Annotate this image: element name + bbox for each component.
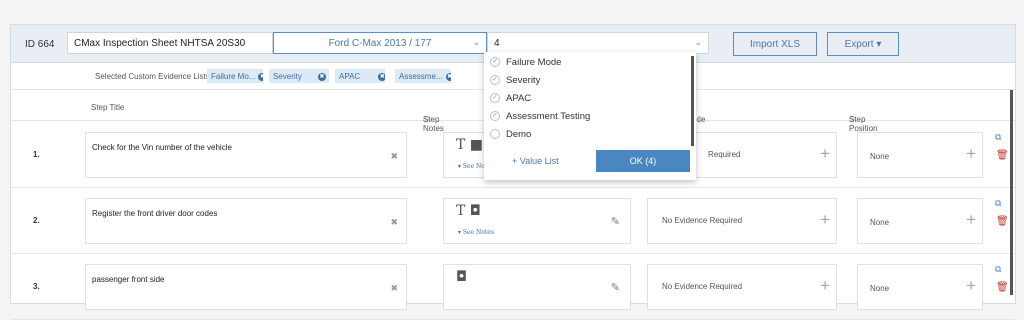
step-number: 2. [33, 216, 40, 225]
option-label: APAC [506, 93, 532, 104]
evidence-text: No Evidence Required [662, 216, 743, 225]
step-position-field[interactable]: None + [857, 198, 983, 244]
import-xls-button[interactable]: Import XLS [733, 32, 817, 56]
step-position-field[interactable]: None + [857, 132, 983, 178]
evidence-chip-severity[interactable]: Severity ✖ [269, 69, 329, 83]
step-position-text: None [870, 152, 890, 161]
step-number: 3. [33, 282, 40, 291]
evidence-text: No Evidence Required [662, 282, 743, 291]
option-label: Assessment Testing [506, 111, 591, 122]
chevron-down-icon: ⌄ [472, 37, 480, 47]
remove-chip-icon[interactable]: ✖ [445, 72, 451, 81]
step-title-field[interactable]: passenger front side ✖ [85, 264, 407, 310]
table-row: 2. Register the front driver door codes … [11, 188, 1015, 254]
chevron-down-icon: ⌄ [694, 37, 702, 47]
copy-icon[interactable]: ⧉ [995, 264, 1001, 275]
check-icon: ✓ [490, 93, 500, 104]
add-evidence-icon[interactable]: + [820, 211, 830, 228]
step-title-field[interactable]: Check for the Vin number of the vehicle … [85, 132, 407, 178]
pencil-icon[interactable]: ✎ [611, 215, 620, 228]
page-scrollbar[interactable] [1010, 90, 1013, 295]
ok-button[interactable]: OK (4) [596, 150, 690, 172]
check-icon: ✓ [490, 111, 500, 122]
note-type-icons: ◘ [456, 269, 468, 285]
step-title-header: Step Title [91, 103, 125, 112]
step-number: 1. [33, 150, 40, 159]
step-notes-field[interactable]: T ◘ ▾ See Notes ✎ [443, 198, 631, 244]
dropdown-option-failure-mode[interactable]: ✓ Failure Mode [490, 57, 561, 68]
export-button[interactable]: Export ▾ [827, 32, 899, 56]
evidence-field[interactable]: No Evidence Required + [647, 198, 837, 244]
chip-label: APAC [339, 72, 361, 81]
add-value-list-button[interactable]: + Value List [512, 156, 559, 166]
sheet-title-input[interactable]: CMax Inspection Sheet NHTSA 20S30 [67, 32, 273, 54]
vehicle-select-value: Ford C-Max 2013 / 177 [328, 38, 432, 49]
step-title-text: Register the front driver door codes [92, 209, 218, 218]
step-title-text: passenger front side [92, 275, 165, 284]
check-icon: ✓ [490, 57, 500, 68]
step-title-text: Check for the Vin number of the vehicle [92, 143, 232, 152]
dropdown-option-demo[interactable]: Demo [490, 129, 531, 140]
close-icon[interactable]: ✖ [390, 283, 398, 294]
trash-icon[interactable]: 🗑 [996, 282, 1009, 293]
evidence-list-select[interactable]: 4 ⌄ [487, 32, 709, 54]
sheet-id-label: ID 664 [25, 39, 55, 50]
trash-icon[interactable]: 🗑 [996, 150, 1009, 161]
copy-icon[interactable]: ⧉ [995, 198, 1001, 209]
add-evidence-icon[interactable]: + [820, 277, 830, 294]
evidence-text: Required [708, 150, 741, 159]
evidence-list-select-value: 4 [494, 38, 500, 49]
close-icon[interactable]: ✖ [390, 217, 398, 228]
step-position-text: None [870, 284, 890, 293]
step-title-field[interactable]: Register the front driver door codes ✖ [85, 198, 407, 244]
evidence-list-dropdown: ✓ Failure Mode ✓ Severity ✓ APAC ✓ Assessmen… [484, 52, 696, 180]
copy-icon[interactable]: ⧉ [995, 132, 1001, 143]
add-position-icon[interactable]: + [966, 211, 976, 228]
option-label: Demo [506, 129, 532, 140]
note-type-icons: T ◘ [456, 203, 481, 219]
dropdown-option-apac[interactable]: ✓ APAC [490, 93, 531, 104]
step-notes-field[interactable]: ◘ ✎ [443, 264, 631, 310]
step-position-text: None [870, 218, 890, 227]
evidence-field[interactable]: No Evidence Required + [647, 264, 837, 310]
dropdown-scrollbar[interactable] [691, 56, 694, 146]
see-notes-link[interactable]: ▾ See Notes [458, 229, 494, 236]
chip-label: Severity [273, 72, 302, 81]
chip-label: Failure Mo... [211, 72, 256, 81]
remove-chip-icon[interactable]: ✖ [378, 72, 385, 81]
pencil-icon[interactable]: ✎ [611, 281, 620, 294]
evidence-chip-failure-mode[interactable]: Failure Mo... ✖ [207, 69, 263, 83]
option-label: Severity [506, 75, 541, 86]
trash-icon[interactable]: 🗑 [996, 216, 1009, 227]
evidence-chip-apac[interactable]: APAC ✖ [335, 69, 385, 83]
evidence-chip-assessment[interactable]: Assessme... ✖ [395, 69, 451, 83]
table-row: 3. passenger front side ✖ ◘ ✎ No Evidenc… [11, 254, 1015, 320]
add-position-icon[interactable]: + [966, 277, 976, 294]
dropdown-option-severity[interactable]: ✓ Severity [490, 75, 540, 86]
dropdown-option-assessment-testing[interactable]: ✓ Assessment Testing [490, 111, 590, 122]
check-icon: ✓ [490, 75, 500, 86]
selected-evidence-label: Selected Custom Evidence Lists: [95, 72, 212, 81]
option-label: Failure Mode [506, 57, 562, 68]
add-position-icon[interactable]: + [966, 145, 976, 162]
unchecked-circle-icon [490, 129, 500, 140]
add-evidence-icon[interactable]: + [820, 145, 830, 162]
chip-label: Assessme... [399, 72, 443, 81]
remove-chip-icon[interactable]: ✖ [317, 72, 326, 81]
step-position-field[interactable]: None + [857, 264, 983, 310]
vehicle-select[interactable]: Ford C-Max 2013 / 177 ⌄ [273, 32, 487, 54]
remove-chip-icon[interactable]: ✖ [258, 72, 263, 81]
close-icon[interactable]: ✖ [390, 151, 398, 162]
